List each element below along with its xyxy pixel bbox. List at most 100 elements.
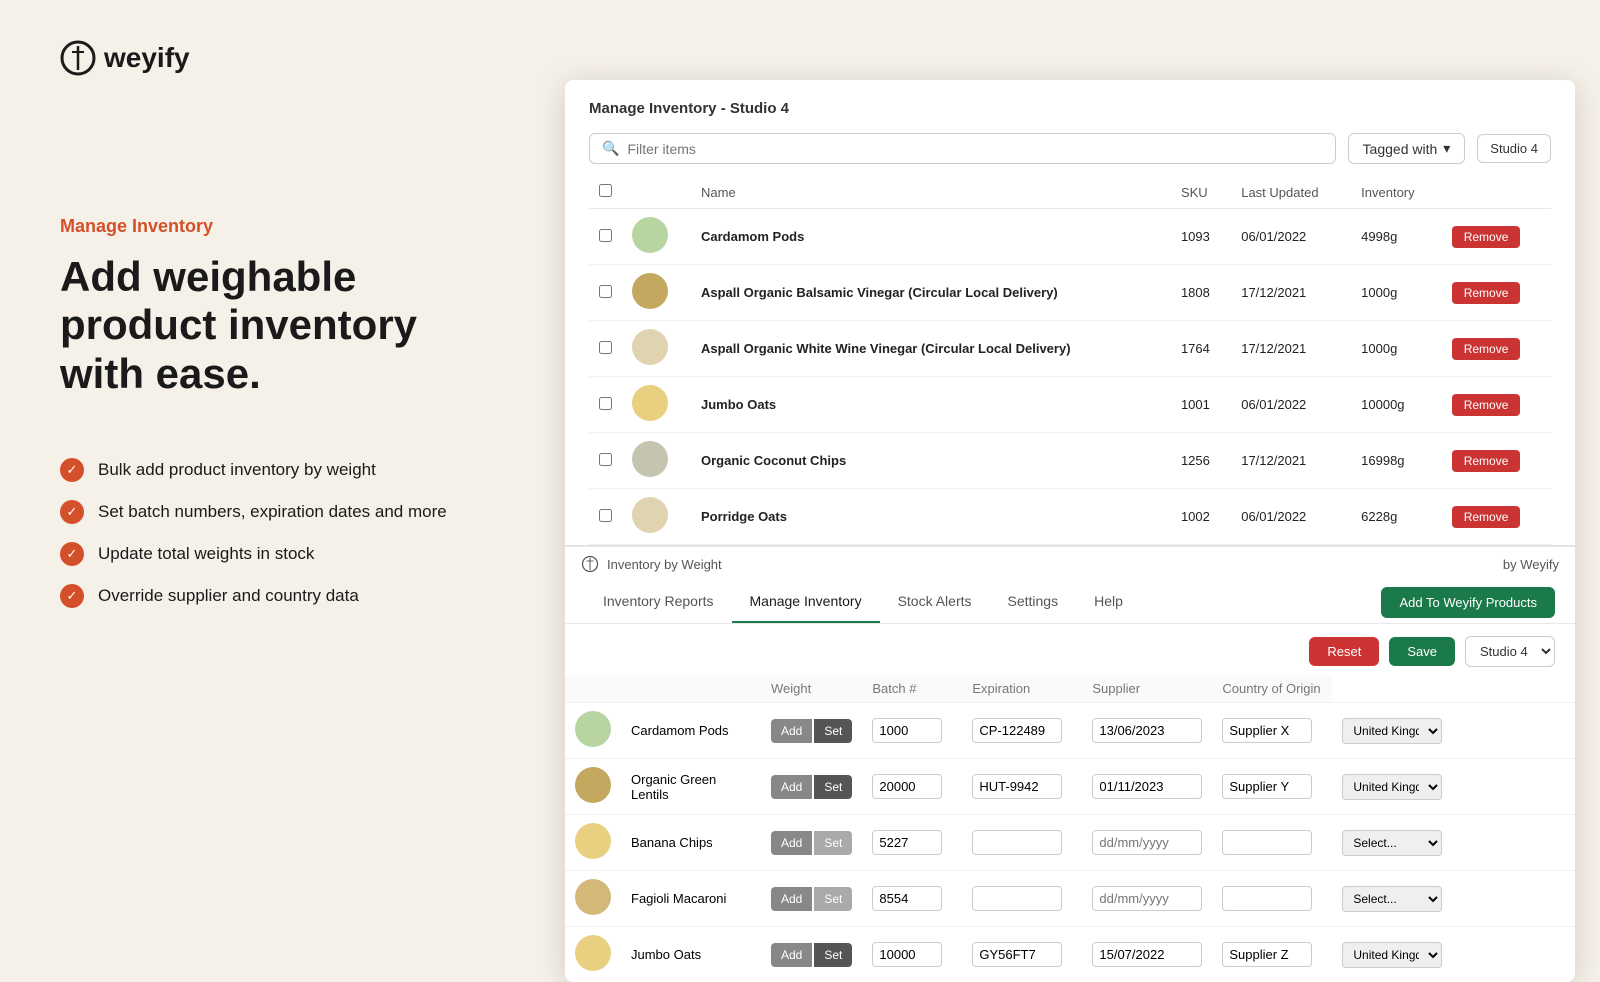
tab-item-inventory-reports[interactable]: Inventory Reports [585, 581, 732, 623]
weight-input[interactable] [872, 886, 942, 911]
manage-product-name: Organic Green Lentils [621, 759, 761, 815]
product-sku: 1093 [1171, 209, 1231, 265]
row-checkbox[interactable] [599, 397, 612, 410]
product-thumbnail [632, 329, 668, 365]
batch-input[interactable] [972, 942, 1062, 967]
row-checkbox[interactable] [599, 453, 612, 466]
search-icon: 🔍 [602, 140, 619, 157]
supplier-input[interactable] [1222, 774, 1312, 799]
remove-button[interactable]: Remove [1452, 226, 1521, 248]
manage-product-name: Banana Chips [621, 815, 761, 871]
tab-item-help[interactable]: Help [1076, 581, 1141, 623]
logo: weyify [60, 40, 490, 76]
add-button[interactable]: Add [771, 775, 812, 799]
studio-select[interactable]: Studio 4 [1465, 636, 1555, 667]
row-checkbox[interactable] [599, 509, 612, 522]
feature-item: ✓ Override supplier and country data [60, 584, 490, 608]
weyify-small-icon [581, 555, 599, 573]
manage-product-name: Jumbo Oats [621, 927, 761, 982]
filter-input[interactable] [627, 141, 1322, 157]
manage-col-supplier: Supplier [1082, 675, 1212, 703]
product-last-updated: 17/12/2021 [1231, 265, 1351, 321]
remove-button[interactable]: Remove [1452, 282, 1521, 304]
product-last-updated: 06/01/2022 [1231, 377, 1351, 433]
add-set-group: Add Set [771, 943, 852, 967]
weight-input[interactable] [872, 718, 942, 743]
add-button[interactable]: Add [771, 719, 812, 743]
expiration-input[interactable] [1092, 942, 1202, 967]
product-inventory: 4998g [1351, 209, 1442, 265]
manage-product-name: Cardamom Pods [621, 703, 761, 759]
expiration-input[interactable] [1092, 830, 1202, 855]
remove-button[interactable]: Remove [1452, 338, 1521, 360]
check-icon: ✓ [60, 542, 84, 566]
supplier-input[interactable] [1222, 830, 1312, 855]
save-button[interactable]: Save [1389, 637, 1455, 666]
product-inventory: 1000g [1351, 321, 1442, 377]
add-set-group: Add Set [771, 887, 852, 911]
supplier-input[interactable] [1222, 886, 1312, 911]
left-panel: weyify Manage Inventory Add weighable pr… [60, 40, 490, 608]
product-name: Aspall Organic White Wine Vinegar (Circu… [691, 321, 1171, 377]
supplier-input[interactable] [1222, 718, 1312, 743]
expiration-input[interactable] [1092, 774, 1202, 799]
add-button[interactable]: Add [771, 887, 812, 911]
row-checkbox[interactable] [599, 285, 612, 298]
set-button[interactable]: Set [814, 943, 852, 967]
country-select[interactable]: United Kingd... [1342, 942, 1442, 968]
product-inventory: 10000g [1351, 377, 1442, 433]
row-checkbox[interactable] [599, 229, 612, 242]
add-button[interactable]: Add [771, 943, 812, 967]
select-all-checkbox[interactable] [599, 184, 612, 197]
product-sku: 1764 [1171, 321, 1231, 377]
set-button[interactable]: Set [814, 719, 852, 743]
batch-input[interactable] [972, 830, 1062, 855]
add-button[interactable]: Add [771, 831, 812, 855]
batch-input[interactable] [972, 718, 1062, 743]
studio-badge[interactable]: Studio 4 [1477, 134, 1551, 163]
add-set-group: Add Set [771, 719, 852, 743]
set-button[interactable]: Set [814, 775, 852, 799]
country-select[interactable]: United Kingd... [1342, 718, 1442, 744]
tab-item-stock-alerts[interactable]: Stock Alerts [880, 581, 990, 623]
weight-input[interactable] [872, 942, 942, 967]
product-sku: 1002 [1171, 489, 1231, 545]
add-products-button[interactable]: Add To Weyify Products [1381, 587, 1555, 618]
inventory-table: Name SKU Last Updated Inventory Cardamom… [589, 176, 1551, 545]
col-inventory: Inventory [1351, 176, 1442, 209]
tab-item-settings[interactable]: Settings [990, 581, 1077, 623]
manage-product-thumbnail [575, 935, 611, 971]
table-row: Organic Coconut Chips 1256 17/12/2021 16… [589, 433, 1551, 489]
product-sku: 1808 [1171, 265, 1231, 321]
row-checkbox[interactable] [599, 341, 612, 354]
supplier-input[interactable] [1222, 942, 1312, 967]
country-select[interactable]: Select... [1342, 886, 1442, 912]
remove-button[interactable]: Remove [1452, 506, 1521, 528]
batch-input[interactable] [972, 886, 1062, 911]
country-select[interactable]: United Kingd... [1342, 774, 1442, 800]
filter-input-wrap[interactable]: 🔍 [589, 133, 1336, 164]
country-select[interactable]: Select... [1342, 830, 1442, 856]
add-set-group: Add Set [771, 831, 852, 855]
manage-col-expiration: Expiration [962, 675, 1082, 703]
tagged-with-button[interactable]: Tagged with ▾ [1348, 133, 1466, 164]
expiration-input[interactable] [1092, 886, 1202, 911]
expiration-input[interactable] [1092, 718, 1202, 743]
set-button[interactable]: Set [814, 887, 852, 911]
panel-title: Manage Inventory - Studio 4 [589, 100, 1551, 117]
set-button[interactable]: Set [814, 831, 852, 855]
reset-button[interactable]: Reset [1309, 637, 1379, 666]
product-thumbnail [632, 385, 668, 421]
section-label: Manage Inventory [60, 216, 490, 237]
tab-item-manage-inventory[interactable]: Manage Inventory [732, 581, 880, 623]
batch-input[interactable] [972, 774, 1062, 799]
feature-item: ✓ Bulk add product inventory by weight [60, 458, 490, 482]
remove-button[interactable]: Remove [1452, 394, 1521, 416]
weight-input[interactable] [872, 830, 942, 855]
remove-button[interactable]: Remove [1452, 450, 1521, 472]
app-container: Manage Inventory - Studio 4 🔍 Tagged wit… [565, 80, 1575, 982]
manage-table-row: Cardamom Pods Add Set United Kingd... [565, 703, 1575, 759]
manage-table: Weight Batch # Expiration Supplier Count… [565, 675, 1575, 982]
weight-input[interactable] [872, 774, 942, 799]
table-row: Cardamom Pods 1093 06/01/2022 4998g Remo… [589, 209, 1551, 265]
